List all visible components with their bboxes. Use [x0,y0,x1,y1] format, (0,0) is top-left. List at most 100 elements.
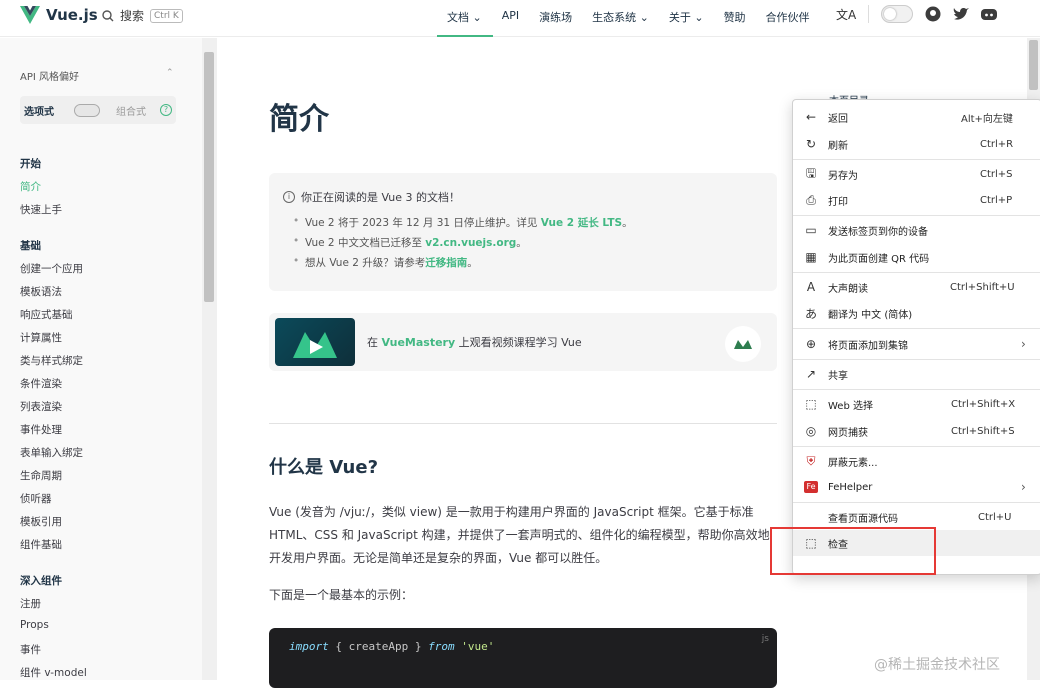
chevron-up-icon[interactable]: ⌃ [166,68,174,78]
sidebar-group-components: 深入组件 [20,575,62,587]
sidebar-item-intro[interactable]: 简介 [20,179,41,194]
nav-link-api[interactable]: API [502,9,519,25]
nav-link-partners[interactable]: 合作伙伴 [766,9,810,25]
vuemastery-banner[interactable]: 在 VueMastery 上观看视频课程学习 Vue [269,313,777,371]
menu-item-read-aloud[interactable]: A 大声朗读 Ctrl+Shift+U [793,274,1040,300]
menu-item-qr-code[interactable]: ▦ 为此页面创建 QR 代码 [793,244,1040,270]
menu-item-print[interactable]: ⎙ 打印 Ctrl+P [793,187,1040,213]
web-capture-icon: ◎ [805,424,817,438]
search-button[interactable]: 搜索 Ctrl K [102,7,183,24]
vuemastery-thumbnail [275,318,355,366]
fehelper-icon: Fe [804,481,818,493]
menu-separator [793,446,1040,447]
sidebar-item[interactable]: 组件 v-model [20,665,87,680]
sidebar-item[interactable]: 生命周期 [20,468,62,483]
menu-separator [793,502,1040,503]
menu-item-label: 打印 [828,196,848,208]
twitter-icon[interactable] [953,7,970,21]
vuemastery-link[interactable]: VueMastery [382,336,456,349]
notice-link[interactable]: 迁移指南 [425,257,467,269]
sidebar-item[interactable]: 创建一个应用 [20,261,83,276]
notice-link[interactable]: v2.cn.vuejs.org [425,237,516,249]
print-icon: ⎙ [806,192,816,207]
help-icon[interactable]: ? [160,104,172,116]
notice-text: 想从 Vue 2 升级？请参考 [305,257,426,269]
intro-paragraph: Vue (发音为 /vjuː/，类似 view) 是一款用于构建用户界面的 Ja… [269,505,770,565]
nav-link-playground[interactable]: 演练场 [539,9,572,25]
notice-title: 你正在阅读的是 Vue 3 的文档！ [301,191,461,204]
sidebar-item[interactable]: 列表渲染 [20,399,62,414]
pref-option-label: 选项式 [24,106,54,118]
theme-toggle[interactable] [881,5,914,23]
sidebar-item[interactable]: 条件渲染 [20,376,62,391]
chevron-right-icon: › [1021,480,1026,494]
menu-item-shortcut: Alt+向左键 [961,113,1013,125]
code-string: 'vue' [454,640,495,653]
sidebar-item[interactable]: 模板引用 [20,514,62,529]
menu-item-collections[interactable]: ⊕ 将页面添加到集锦 › [793,331,1040,357]
menu-item-label: 共享 [828,370,848,382]
menu-item-fehelper[interactable]: Fe FeHelper › [793,474,1040,500]
menu-item-label: 翻译为 中文 (简体) [828,309,913,321]
version-notice: i 你正在阅读的是 Vue 3 的文档！ Vue 2 将于 2023 年 12 … [269,173,777,291]
collections-icon: ⊕ [805,337,817,351]
menu-item-share[interactable]: ↗ 共享 [793,361,1040,387]
notice-tail: 。 [467,257,478,269]
sidebar-item[interactable]: 计算属性 [20,330,62,345]
github-icon[interactable] [925,6,941,22]
sidebar-group-basics: 基础 [20,240,41,252]
menu-item-refresh[interactable]: ↻ 刷新 Ctrl+R [793,131,1040,157]
api-pref-title: API 风格偏好 [20,72,79,83]
translate-icon[interactable]: 文A [836,6,856,23]
menu-item-web-capture[interactable]: ◎ 网页捕获 Ctrl+Shift+S [793,418,1040,444]
chevron-right-icon: › [1021,337,1026,351]
menu-item-shortcut: Ctrl+R [980,138,1014,150]
nav-active-indicator [437,35,493,37]
page-scrollbar-thumb[interactable] [1029,40,1038,90]
logo[interactable]: Vue.js [20,6,98,24]
sidebar-item[interactable]: 事件 [20,642,41,657]
menu-item-translate[interactable]: あ翻译为 中文 (简体) [793,300,1040,326]
menu-item-shortcut: Ctrl+Shift+X [951,398,1016,410]
menu-item-send-device[interactable]: ▭ 发送标签页到你的设备 [793,217,1040,243]
info-icon: i [283,191,295,203]
menu-item-save-as[interactable]: 🖫 另存为 Ctrl+S [793,161,1040,187]
api-style-toggle[interactable] [74,103,100,117]
nav-link-docs[interactable]: 文档 ⌄ [447,9,482,25]
mastery-pre: 在 [367,336,382,349]
sidebar-item[interactable]: 注册 [20,596,41,611]
sidebar-item[interactable]: 表单输入绑定 [20,445,83,460]
discord-icon[interactable] [981,8,998,21]
sidebar-item[interactable]: 事件处理 [20,422,62,437]
sidebar-item[interactable]: Props [20,619,49,631]
menu-item-web-select[interactable]: ⬚ Web 选择 Ctrl+Shift+X [793,391,1040,417]
menu-item-block-element[interactable]: ⛨ 屏蔽元素... [793,448,1040,474]
menu-item-shortcut: Ctrl+P [980,194,1013,206]
pref-alt-label: 组合式 [116,106,146,118]
sidebar-item[interactable]: 模板语法 [20,284,62,299]
nav-link-about[interactable]: 关于 ⌄ [669,9,704,25]
sidebar-item[interactable]: 侦听器 [20,491,52,506]
menu-separator [793,328,1040,329]
section-heading: 什么是 Vue? [269,457,379,478]
code-block: js import { createApp } from 'vue' [269,628,777,688]
sidebar-item[interactable]: 组件基础 [20,537,62,552]
sidebar-item[interactable]: 响应式基础 [20,307,73,322]
divider [269,423,777,424]
menu-item-label: 发送标签页到你的设备 [828,226,928,238]
search-icon [102,9,114,21]
nav-divider [868,5,870,23]
sidebar-item[interactable]: 类与样式绑定 [20,353,83,368]
refresh-icon: ↻ [805,137,817,151]
web-select-icon: ⬚ [805,397,817,411]
menu-item-back[interactable]: ← 返回 Alt+向左键 [793,104,1040,130]
sidebar-item-quickstart[interactable]: 快速上手 [20,202,62,217]
code-lang-label: js [761,634,769,644]
notice-link[interactable]: Vue 2 延长 LTS [541,217,622,229]
translate-icon: あ [804,306,817,321]
nav-link-ecosystem[interactable]: 生态系统 ⌄ [592,9,649,25]
sidebar-scrollbar-thumb[interactable] [204,52,214,302]
send-device-icon: ▭ [805,223,817,237]
nav-link-sponsor[interactable]: 赞助 [724,9,746,25]
menu-item-label: 刷新 [828,140,848,152]
